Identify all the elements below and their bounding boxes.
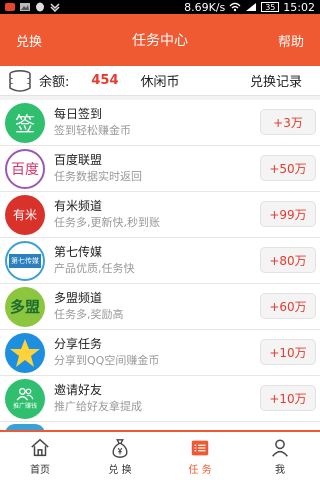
app-header: 兑换 任务中心 帮助 [0,14,320,66]
help-button[interactable]: 帮助 [278,31,304,50]
youmi-logo-icon: 有米 [5,194,45,235]
task-name: 多盟频道 [54,291,103,305]
youmi-logo-text: 有米 [12,208,37,222]
balance-value: 454 [91,73,119,88]
tab-tasks[interactable]: 任 务 [160,432,240,480]
clock: 15:02 [283,0,315,14]
qq-icon [36,2,44,12]
checkin-logo-icon: 签 [5,102,45,143]
user-icon [272,438,288,457]
page-title: 任务中心 [132,33,188,49]
task-desc: 产品优质,任务快 [54,262,135,275]
reward-button[interactable]: +50万 [260,155,316,181]
task-row-diqi[interactable]: 第七传媒 第七传媒 产品优质,任务快 +80万 [0,238,320,284]
task-row-invite[interactable]: 推广赚钱 邀请好友 推广给好友拿提成 +10万 [0,376,320,422]
task-name: 邀请好友 [54,383,103,397]
baidu-logo-icon: 百度 [5,148,45,189]
home-icon [31,438,49,456]
money-bag-icon [112,438,128,458]
qzone-star-icon [5,332,45,373]
task-desc: 签到轻松赚金币 [54,124,131,137]
task-desc: 任务数据实时返回 [54,170,142,183]
task-name: 每日签到 [54,107,103,121]
task-desc: 推广给好友拿提成 [54,400,142,413]
invite-logo-icon: 推广赚钱 [5,378,45,419]
reward-button[interactable]: +10万 [260,339,316,365]
reward-button[interactable]: +3万 [260,109,316,135]
task-row-daily-checkin[interactable]: 签 每日签到 签到轻松赚金币 +3万 [0,100,320,146]
checkin-logo-text: 签 [15,112,35,136]
bottom-tab-bar: 首页 兑 换 任 务 我 [0,430,320,480]
tab-label: 兑 换 [108,464,132,476]
battery-indicator: 35 [261,2,280,12]
coins-icon [9,69,31,92]
balance-unit: 休闲币 [140,75,180,90]
people-icon [16,387,34,401]
diqi-logo-icon: 第七传媒 [5,240,45,281]
image-icon [20,3,30,11]
tab-label: 任 务 [188,464,212,476]
reward-button[interactable]: +10万 [260,385,316,411]
task-desc: 分享到QQ空间赚金币 [54,354,160,367]
signal-icon [246,3,257,11]
duomeng-logo-text: 多盟 [9,298,40,316]
wifi-icon [229,2,241,12]
tab-home[interactable]: 首页 [0,432,80,480]
task-name: 有米频道 [54,199,103,213]
exchange-history-link[interactable]: 兑换记录 [250,71,302,90]
task-desc: 任务多,奖励高 [54,308,124,321]
balance-bar: 余额: 454 休闲币 兑换记录 [0,66,320,96]
task-row-youmi[interactable]: 有米 有米频道 任务多,更新快,秒到账 +99万 [0,192,320,238]
task-name: 分享任务 [54,337,103,351]
task-desc: 任务多,更新快,秒到账 [54,216,160,229]
reward-button[interactable]: +80万 [260,247,316,273]
tab-me[interactable]: 我 [240,432,320,480]
duomeng-logo-icon: 多盟 [5,286,45,327]
reward-button[interactable]: +60万 [260,293,316,319]
task-name: 第七传媒 [54,245,103,259]
star-icon [10,338,40,367]
network-speed: 8.69K/s [184,0,226,14]
diqi-logo-text: 第七传媒 [9,253,41,268]
task-row-baidu[interactable]: 百度 百度联盟 任务数据实时返回 +50万 [0,146,320,192]
download-icon [50,3,60,12]
task-row-share[interactable]: 分享任务 分享到QQ空间赚金币 +10万 [0,330,320,376]
task-name: 百度联盟 [54,153,103,167]
status-bar: 8.69K/s 35 15:02 [0,0,320,14]
balance-label: 余额: [39,75,70,90]
baidu-logo-text: 百度 [11,161,39,178]
reward-button[interactable]: +99万 [260,201,316,227]
tab-exchange[interactable]: 兑 换 [80,432,160,480]
tab-label: 首页 [30,464,50,476]
app-notification-icon [5,3,15,11]
exchange-button[interactable]: 兑换 [16,31,42,50]
task-row-partial[interactable] [0,422,320,430]
task-list-icon [191,440,209,455]
task-list: 签 每日签到 签到轻松赚金币 +3万 百度 百度联盟 任务数据实时返回 +50万… [0,100,320,430]
tab-label: 我 [275,464,285,476]
invite-logo-text: 推广赚钱 [12,403,37,410]
task-row-duomeng[interactable]: 多盟 多盟频道 任务多,奖励高 +60万 [0,284,320,330]
